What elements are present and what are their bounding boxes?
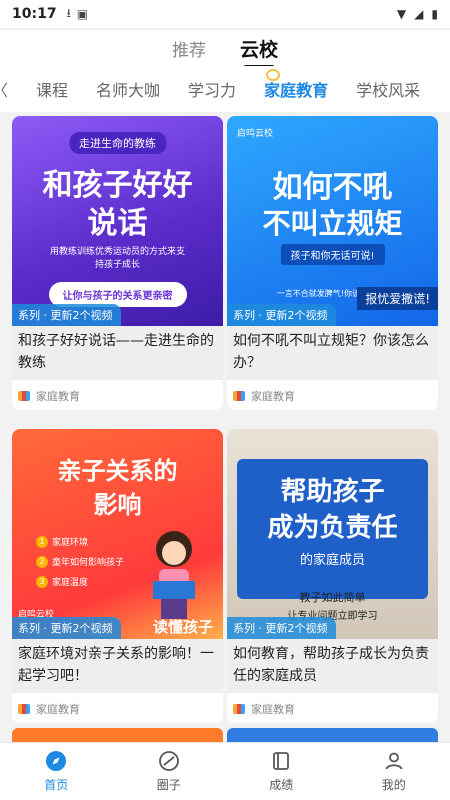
card-source: 家庭教育 [251,390,295,403]
tab-famous-teachers[interactable]: 名师大咖 [82,77,174,101]
nav-label: 成绩 [269,778,294,792]
status-bar: 10:17 ⭳ ▣ ▼ ◢ ▮ [0,0,450,28]
card-title: 如何教育，帮助孩子成长为负责任的家庭成员 [227,639,438,693]
user-icon [383,750,405,772]
card-footer: 家庭教育 [227,380,438,410]
course-card[interactable]: 亲子关系的 影响 1 家庭环境 2 童年如何影响孩子 3 家庭温度 启鸣云校 读懂孩子… [12,429,223,723]
nav-label: 首页 [44,778,69,792]
card-title: 和孩子好好说话——走进生命的教练 [12,326,223,380]
card-thumbnail: 帮助孩子 成为负责任 的家庭成员 教子如此简单 让专业问题立即学习 系列 · 更… [227,429,438,639]
card-footer: 家庭教育 [12,693,223,723]
nav-home[interactable]: 首页 [0,743,113,800]
thumb-headline: 不叫立规矩 [262,207,403,240]
thumb-headline: 成为负责任 [267,513,398,543]
card-thumbnail: 启鸣云校 如何不吼 不叫立规矩 孩子和你无话可说! 一言不合就发脾气!你该怎么办… [227,116,438,326]
compass-icon [45,750,67,772]
source-logo-icon [233,391,245,401]
card-footer: 家庭教育 [227,693,438,723]
thumb-headline: 说话 [87,206,148,241]
nav-label: 圈子 [156,778,181,792]
download-icon: ⭳ [66,5,71,20]
tab-learning-ability[interactable]: 学习力 [174,77,250,101]
girl-reading-illustration [153,531,195,619]
nav-label: 我的 [381,778,406,792]
series-badge: 系列 · 更新2个视频 [227,617,336,639]
category-tabs: 〈 课程 名师大咖 学习力 家庭教育 学校风采 [0,66,450,112]
battery-icon: ▮ [431,7,438,21]
tab-recommend[interactable]: 推荐 [172,36,206,61]
thumb-list-item: 2 童年如何影响孩子 [36,555,124,568]
series-badge: 系列 · 更新2个视频 [227,304,336,326]
thumb-headline: 如何不吼 [272,170,393,205]
card-footer: 家庭教育 [12,380,223,410]
card-peek[interactable] [12,728,223,742]
course-card[interactable]: 启鸣云校 如何不吼 不叫立规矩 孩子和你无话可说! 一言不合就发脾气!你该怎么办… [227,116,438,410]
wifi-icon: ▼ [396,7,407,21]
tab-cloud-school[interactable]: 云校 [240,35,278,68]
thumb-line: 教子如此简单 [299,591,366,604]
series-badge: 系列 · 更新2个视频 [12,304,121,326]
nav-circle[interactable]: 圈子 [113,743,226,800]
card-title: 如何不吼不叫立规矩？你该怎么办？ [227,326,438,380]
source-logo-icon [18,391,30,401]
card-thumbnail: 亲子关系的 影响 1 家庭环境 2 童年如何影响孩子 3 家庭温度 启鸣云校 读懂孩子… [12,429,223,639]
thumb-headline: 亲子关系的 [57,457,178,485]
tab-course[interactable]: 课程 [22,77,82,101]
card-peek[interactable] [227,728,438,742]
number-icon: 3 [36,575,48,588]
thumb-ribbon: 报忧爱撒谎! [357,287,438,310]
card-thumbnail: 走进生命的教练 和孩子好好 说话 用教练训练优秀运动员的方式来支 持孩子成长 让… [12,116,223,326]
nav-profile[interactable]: 我的 [338,743,450,800]
signal-icon: ◢ [414,7,424,21]
series-badge: 系列 · 更新2个视频 [12,617,121,639]
course-card[interactable]: 帮助孩子 成为负责任 的家庭成员 教子如此简单 让专业问题立即学习 系列 · 更… [227,429,438,723]
card-source: 家庭教育 [251,703,295,716]
thumb-top-text: 走进生命的教练 [69,132,166,154]
bottom-nav: 首页 圈子 成绩 我的 [0,742,450,800]
source-logo-icon [18,704,30,714]
thumb-desc: 用教练训练优秀运动员的方式来支 [49,247,186,257]
book-icon [270,750,292,772]
app-notification-icon: ▣ [76,7,89,21]
thumb-headline: 影响 [93,491,142,519]
tab-family-education[interactable]: 家庭教育 [250,69,342,101]
course-grid: 走进生命的教练 和孩子好好 说话 用教练训练优秀运动员的方式来支 持孩子成长 让… [12,116,438,730]
card-title: 家庭环境对亲子关系的影响！一起学习吧！ [12,639,223,693]
thumb-headline: 帮助孩子 [280,477,385,507]
circle-icon [158,750,180,772]
thumb-brand: 启鸣云校 [237,129,274,139]
number-icon: 2 [36,555,48,568]
source-logo-icon [233,704,245,714]
thumb-desc: 持孩子成长 [94,260,141,270]
course-card[interactable]: 走进生命的教练 和孩子好好 说话 用教练训练优秀运动员的方式来支 持孩子成长 让… [12,116,223,410]
thumb-bottom: 读懂孩子 [152,618,213,636]
tab-school-style[interactable]: 学校风采 [342,77,434,101]
nav-scores[interactable]: 成绩 [225,743,338,800]
thumb-list-item: 3 家庭温度 [36,575,88,588]
next-row-peek [12,728,438,742]
number-icon: 1 [36,535,48,548]
top-tabs: 推荐 云校 [0,30,450,68]
thumb-list-item: 1 家庭环境 [36,535,88,548]
tab-partial-left[interactable]: 〈 [0,77,22,101]
thumb-sub: 孩子和你无话可说! [280,244,385,265]
status-time: 10:17 [12,6,57,22]
card-source: 家庭教育 [36,390,80,403]
card-source: 家庭教育 [36,703,80,716]
thumb-headline: 的家庭成员 [299,553,365,568]
